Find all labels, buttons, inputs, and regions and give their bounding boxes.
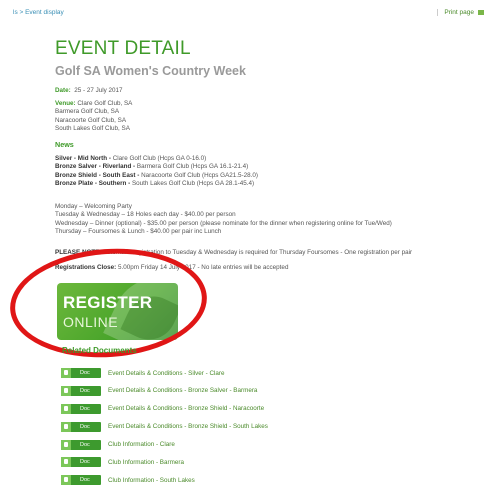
document-item[interactable]: Doc Event Details & Conditions - Silver … [61, 366, 268, 380]
document-link[interactable]: Event Details & Conditions - Bronze Shie… [108, 423, 268, 430]
print-page-link[interactable]: Print page [437, 9, 484, 16]
document-item[interactable]: Doc Club Information - Clare [61, 438, 268, 452]
date-label: Date: [55, 87, 71, 94]
document-link[interactable]: Event Details & Conditions - Bronze Shie… [108, 405, 264, 412]
event-venues: Venue: Clare Golf Club, SA Barmera Golf … [55, 100, 132, 134]
schedule-item: Thursday – Foursomes & Lunch - $40.00 pe… [55, 228, 222, 236]
document-item[interactable]: Doc Club Information - South Lakes [61, 473, 268, 487]
division-item: Silver - Mid North - Clare Golf Club (Hc… [55, 155, 207, 162]
division-list: Silver - Mid North - Clare Golf Club (Hc… [55, 155, 258, 189]
schedule-item: Tuesday & Wednesday – 18 Holes each day … [55, 211, 236, 219]
registration-close: Registrations Close: 5.00pm Friday 14 Ju… [55, 264, 289, 271]
document-icon [61, 368, 71, 378]
document-link[interactable]: Club Information - Barmera [108, 459, 184, 466]
register-label: REGISTER [63, 293, 153, 312]
breadcrumb[interactable]: ls > Event display [13, 9, 64, 16]
venue-item: Barmera Golf Club, SA [55, 108, 120, 116]
venue-label: Venue: [55, 100, 76, 107]
venue-item: South Lakes Golf Club, SA [55, 125, 130, 133]
page-title: EVENT DETAIL [55, 38, 191, 59]
related-documents-heading: Related Documents [62, 346, 137, 355]
doc-badge: Doc [61, 385, 101, 396]
division-item: Bronze Shield - South East - Naracoorte … [55, 171, 258, 179]
related-documents-list: Doc Event Details & Conditions - Silver … [61, 366, 268, 491]
register-online-button[interactable]: REGISTER ONLINE [57, 283, 178, 340]
document-icon [61, 385, 71, 396]
document-link[interactable]: Club Information - Clare [108, 441, 175, 448]
document-link[interactable]: Event Details & Conditions - Silver - Cl… [108, 370, 225, 377]
venue-item: Clare Golf Club, SA [77, 100, 133, 107]
doc-badge: Doc [61, 439, 101, 450]
doc-badge: Doc [61, 368, 101, 378]
document-icon [61, 475, 71, 486]
schedule-item: Wednesday – Dinner (optional) - $35.00 p… [55, 219, 392, 227]
event-date: Date: 25 - 27 July 2017 [55, 87, 123, 95]
doc-badge: Doc [61, 457, 101, 468]
registration-note: PLEASE NOTE: Automatic registration to T… [55, 249, 413, 256]
division-item: Bronze Plate - Southern - South Lakes Go… [55, 180, 255, 188]
print-page-label: Print page [444, 9, 474, 16]
division-item: Bronze Salver - Riverland - Barmera Golf… [55, 163, 249, 171]
event-name: Golf SA Women's Country Week [55, 64, 246, 78]
document-icon [61, 439, 71, 450]
venue-item: Naracoorte Golf Club, SA [55, 116, 127, 124]
document-item[interactable]: Doc Event Details & Conditions - Bronze … [61, 420, 268, 434]
schedule-list: Monday – Welcoming Party Tuesday & Wedne… [55, 203, 392, 237]
doc-badge: Doc [61, 421, 101, 432]
document-link[interactable]: Event Details & Conditions - Bronze Salv… [108, 387, 257, 394]
document-icon [61, 421, 71, 432]
doc-badge: Doc [61, 475, 101, 486]
printer-icon [478, 10, 484, 15]
document-item[interactable]: Doc Club Information - Barmera [61, 455, 268, 469]
news-heading: News [55, 140, 74, 149]
document-icon [61, 457, 71, 468]
document-item[interactable]: Doc Event Details & Conditions - Bronze … [61, 402, 268, 416]
doc-badge: Doc [61, 403, 101, 414]
top-bar: ls > Event display Print page [0, 0, 498, 22]
document-icon [61, 403, 71, 414]
date-value: 25 - 27 July 2017 [74, 87, 123, 94]
schedule-item: Monday – Welcoming Party [55, 203, 132, 210]
online-label: ONLINE [63, 314, 119, 330]
document-item[interactable]: Doc Event Details & Conditions - Bronze … [61, 384, 268, 398]
